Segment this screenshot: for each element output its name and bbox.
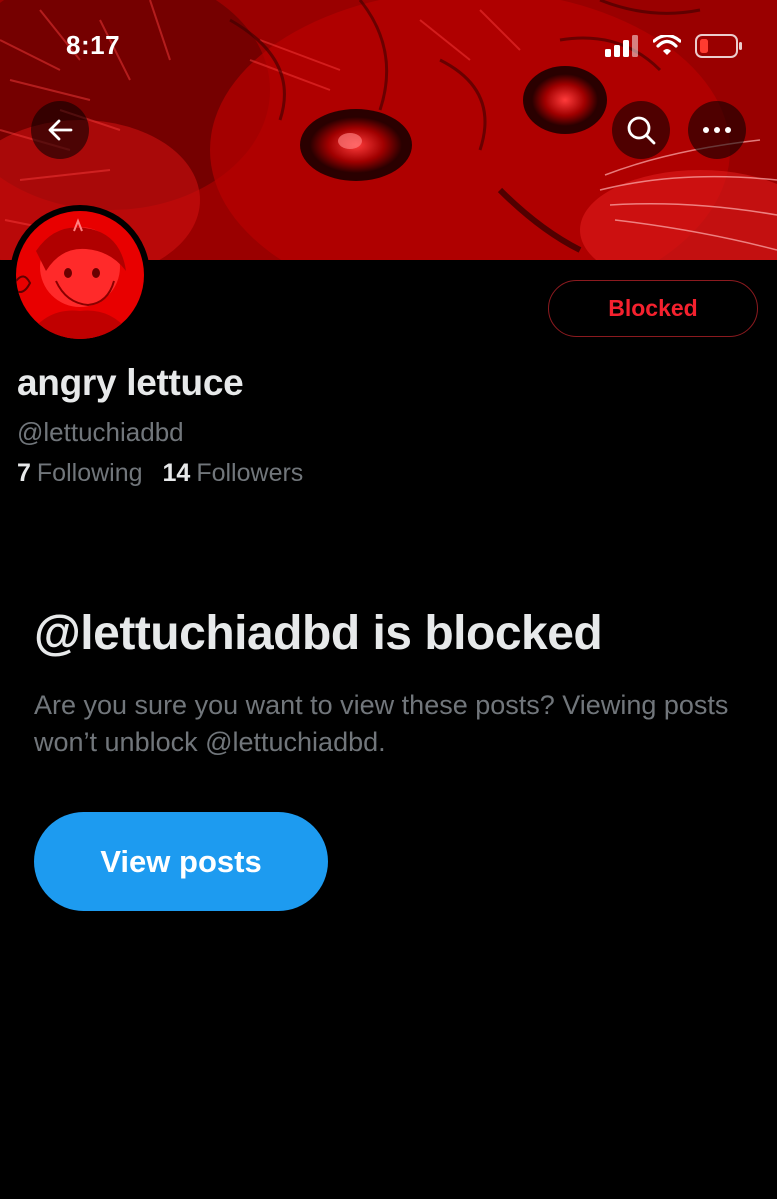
signal-icon bbox=[605, 35, 638, 57]
follow-stats: 7 Following 14 Followers bbox=[17, 459, 303, 488]
back-arrow-icon bbox=[48, 119, 73, 141]
followers-count: 14 bbox=[162, 459, 191, 487]
profile-avatar[interactable] bbox=[10, 205, 150, 345]
profile-handle: @lettuchiadbd bbox=[17, 417, 184, 447]
following-label: Following bbox=[36, 459, 143, 487]
blocked-notice-title: @lettuchiadbd is blocked bbox=[34, 607, 603, 660]
following-count: 7 bbox=[17, 459, 31, 487]
followers-link[interactable]: 14 Followers bbox=[163, 459, 304, 488]
status-bar: 8:17 bbox=[0, 0, 777, 96]
search-icon bbox=[627, 116, 656, 145]
search-button[interactable] bbox=[612, 101, 670, 159]
back-button[interactable] bbox=[31, 101, 89, 159]
display-name: angry lettuce bbox=[17, 362, 244, 403]
following-link[interactable]: 7 Following bbox=[17, 459, 143, 488]
avatar-image bbox=[16, 211, 144, 339]
status-icons bbox=[605, 34, 743, 58]
wifi-icon bbox=[653, 35, 681, 55]
followers-label: Followers bbox=[196, 459, 304, 487]
more-options-button[interactable] bbox=[688, 101, 746, 159]
blocked-button[interactable]: Blocked bbox=[548, 280, 758, 337]
view-posts-button[interactable]: View posts bbox=[34, 812, 328, 911]
blocked-notice-description: Are you sure you want to view these post… bbox=[34, 690, 729, 757]
battery-icon bbox=[695, 34, 742, 58]
more-icon bbox=[703, 127, 731, 133]
status-time: 8:17 bbox=[66, 30, 121, 60]
